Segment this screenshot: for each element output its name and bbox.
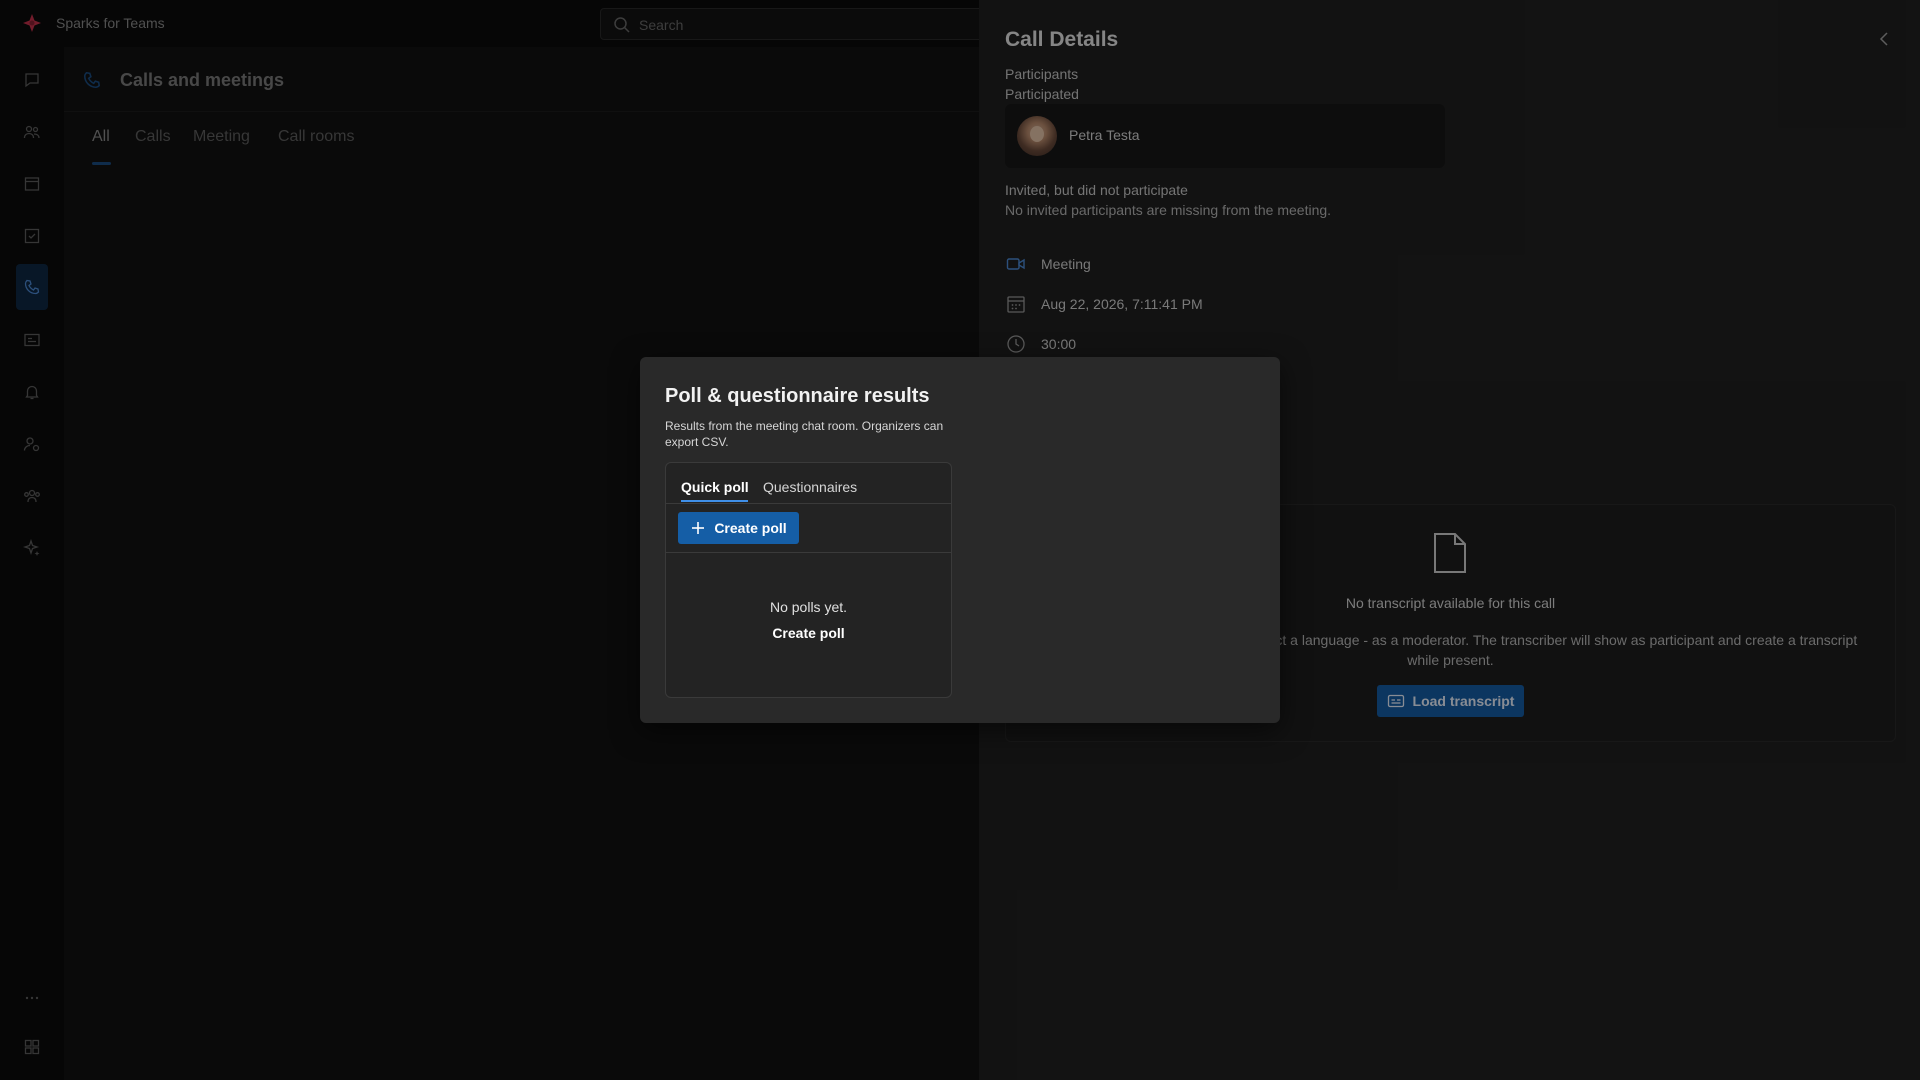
create-poll-label: Create poll [714,520,787,536]
create-poll-link[interactable]: Create poll [665,625,952,641]
dialog-title: Poll & questionnaire results [665,385,930,407]
active-tab-indicator [681,500,748,502]
create-poll-button[interactable]: Create poll [678,512,799,544]
poll-card [665,462,952,698]
plus-icon [692,522,705,534]
dialog-subtitle: Results from the meeting chat room. Orga… [665,419,944,449]
empty-state-text: No polls yet. [769,599,848,615]
toolbar-divider [666,552,951,553]
tab-quick-poll[interactable]: Quick poll [681,479,749,495]
tabs-divider [666,503,951,504]
tab-questionnaires[interactable]: Questionnaires [763,479,857,495]
